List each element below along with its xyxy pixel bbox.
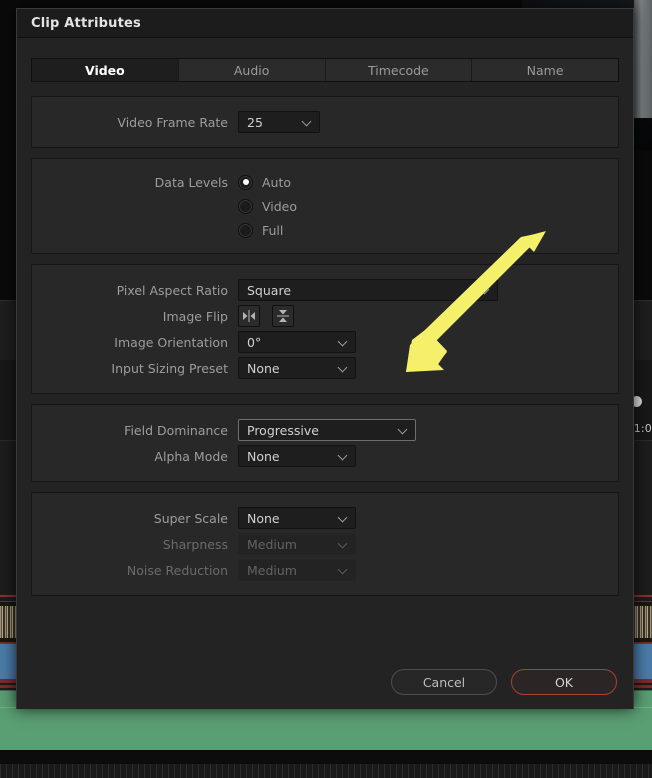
cancel-button[interactable]: Cancel: [391, 669, 497, 695]
radio-video[interactable]: [238, 199, 253, 214]
chevron-down-icon: [339, 363, 348, 372]
chevron-down-icon: [339, 539, 348, 548]
chevron-down-icon: [339, 513, 348, 522]
input-sizing-preset-row: Input Sizing Preset None: [44, 357, 606, 379]
radio-full[interactable]: [238, 223, 253, 238]
video-frame-rate-row: Video Frame Rate 25: [44, 111, 606, 133]
super-scale-value: None: [247, 511, 280, 526]
data-levels-group: Data Levels Auto Video Full: [31, 158, 619, 254]
data-levels-option-video[interactable]: Video: [238, 199, 297, 214]
dialog-titlebar: Clip Attributes: [17, 9, 633, 38]
timeline-ruler[interactable]: [0, 764, 652, 778]
dialog-footer: Cancel OK: [17, 669, 633, 695]
flip-vertical-glyph: [276, 309, 290, 323]
tab-video[interactable]: Video: [32, 59, 179, 81]
noise-reduction-select: Medium: [238, 559, 356, 581]
noise-reduction-value: Medium: [247, 563, 297, 578]
tab-timecode[interactable]: Timecode: [326, 59, 473, 81]
chevron-down-icon: [399, 425, 408, 434]
input-sizing-preset-value: None: [247, 361, 280, 376]
sharpness-label: Sharpness: [44, 537, 238, 552]
field-dominance-row: Field Dominance Progressive: [44, 419, 606, 441]
data-levels-row-video: Video: [44, 195, 606, 217]
alpha-mode-select[interactable]: None: [238, 445, 356, 467]
pixel-aspect-ratio-value: Square: [247, 283, 291, 298]
chevron-down-icon: [339, 337, 348, 346]
input-sizing-preset-select[interactable]: None: [238, 357, 356, 379]
chevron-down-icon: [481, 285, 490, 294]
alpha-mode-value: None: [247, 449, 280, 464]
image-orientation-value: 0°: [247, 335, 261, 350]
sharpness-value: Medium: [247, 537, 297, 552]
data-levels-option-auto[interactable]: Auto: [238, 175, 291, 190]
image-orientation-row: Image Orientation 0°: [44, 331, 606, 353]
tab-audio[interactable]: Audio: [179, 59, 326, 81]
data-levels-option-full[interactable]: Full: [238, 223, 283, 238]
dialog-body: Video Audio Timecode Name Video Frame Ra…: [17, 38, 633, 596]
tab-bar: Video Audio Timecode Name: [31, 58, 619, 82]
flip-horizontal-glyph: [242, 309, 256, 323]
super-scale-group: Super Scale None Sharpness Medium Noise …: [31, 492, 619, 596]
image-flip-label: Image Flip: [44, 309, 238, 324]
field-dominance-label: Field Dominance: [44, 423, 238, 438]
flip-horizontal-icon[interactable]: [238, 305, 260, 327]
radio-auto[interactable]: [238, 175, 253, 190]
alpha-mode-label: Alpha Mode: [44, 449, 238, 464]
field-dominance-group: Field Dominance Progressive Alpha Mode N…: [31, 404, 619, 482]
image-orientation-select[interactable]: 0°: [238, 331, 356, 353]
pixel-aspect-ratio-select[interactable]: Square: [238, 279, 498, 301]
noise-reduction-label: Noise Reduction: [44, 563, 238, 578]
super-scale-label: Super Scale: [44, 511, 238, 526]
radio-full-label: Full: [262, 223, 283, 238]
clip-attributes-dialog: Clip Attributes Video Audio Timecode Nam…: [16, 8, 634, 709]
video-frame-rate-group: Video Frame Rate 25: [31, 96, 619, 148]
chevron-down-icon: [339, 565, 348, 574]
noise-reduction-row: Noise Reduction Medium: [44, 559, 606, 581]
radio-auto-label: Auto: [262, 175, 291, 190]
data-levels-row-auto: Data Levels Auto: [44, 171, 606, 193]
video-frame-rate-select[interactable]: 25: [238, 111, 320, 133]
tab-name[interactable]: Name: [472, 59, 618, 81]
dialog-title: Clip Attributes: [31, 16, 141, 31]
alpha-mode-row: Alpha Mode None: [44, 445, 606, 467]
pixel-aspect-ratio-row: Pixel Aspect Ratio Square: [44, 279, 606, 301]
sharpness-select: Medium: [238, 533, 356, 555]
chevron-down-icon: [339, 451, 348, 460]
super-scale-select[interactable]: None: [238, 507, 356, 529]
image-flip-row: Image Flip: [44, 305, 606, 327]
sharpness-row: Sharpness Medium: [44, 533, 606, 555]
input-sizing-preset-label: Input Sizing Preset: [44, 361, 238, 376]
video-preview-highlight: [634, 0, 652, 118]
data-levels-label: Data Levels: [44, 175, 238, 190]
data-levels-row-full: Full: [44, 219, 606, 241]
video-frame-rate-label: Video Frame Rate: [44, 115, 238, 130]
pixel-aspect-ratio-label: Pixel Aspect Ratio: [44, 283, 238, 298]
super-scale-row: Super Scale None: [44, 507, 606, 529]
image-settings-group: Pixel Aspect Ratio Square Image Flip: [31, 264, 619, 394]
chevron-down-icon: [303, 117, 312, 126]
video-frame-rate-value: 25: [247, 115, 263, 130]
field-dominance-value: Progressive: [247, 423, 319, 438]
radio-video-label: Video: [262, 199, 297, 214]
flip-vertical-icon[interactable]: [272, 305, 294, 327]
field-dominance-select[interactable]: Progressive: [238, 419, 416, 441]
ok-button[interactable]: OK: [511, 669, 617, 695]
image-orientation-label: Image Orientation: [44, 335, 238, 350]
